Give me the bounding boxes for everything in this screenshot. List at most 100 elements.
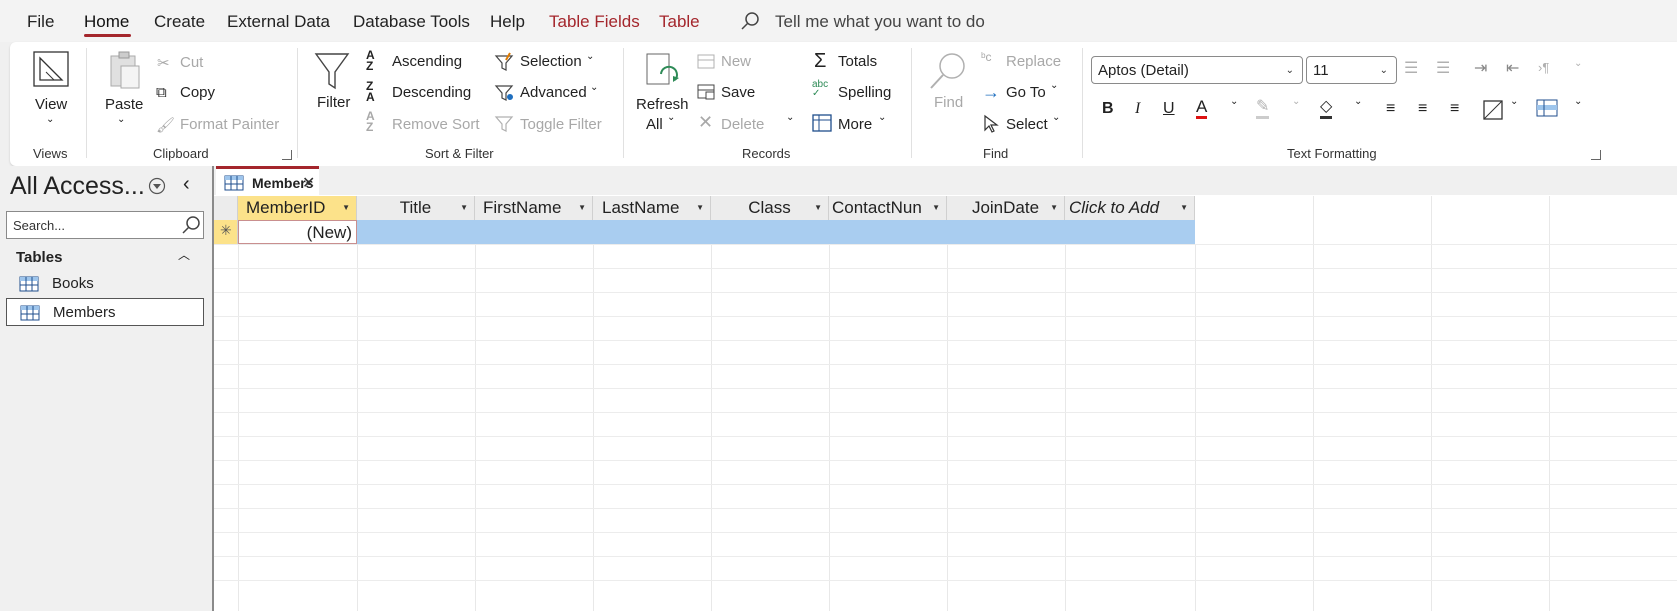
tab-external-data[interactable]: External Data [227,12,330,32]
select-button[interactable]: Select [1006,116,1048,133]
select-chevron-icon[interactable]: ⌄ [1052,112,1060,123]
clipboard-launcher-icon[interactable] [282,150,292,160]
gridlines-icon[interactable] [1483,100,1503,120]
delete-button[interactable]: Delete [721,116,764,133]
advanced-chevron-icon[interactable]: ⌄ [590,82,598,93]
column-header-memberid[interactable]: MemberID ▼ [238,196,357,220]
column-dropdown-icon[interactable]: ▼ [932,203,940,212]
align-left-icon[interactable]: ≡ [1386,100,1395,118]
column-dropdown-icon[interactable]: ▼ [578,203,586,212]
cut-button[interactable]: Cut [180,54,203,71]
chevron-down-icon[interactable]: ⌄ [1510,96,1518,107]
view-chevron-icon[interactable]: ⌄ [46,114,54,125]
text-formatting-launcher-icon[interactable] [1591,150,1601,160]
sort-ascending-icon[interactable]: AZ [366,49,375,72]
collapse-pane-icon[interactable]: ‹ [183,173,190,196]
new-record-selector[interactable]: ✳ [214,220,238,244]
new-record-row[interactable] [357,220,1195,244]
column-dropdown-icon[interactable]: ▼ [1050,203,1058,212]
column-dropdown-icon[interactable]: ▼ [460,203,468,212]
font-name-dropdown[interactable]: Aptos (Detail) ⌄ [1091,56,1303,84]
numbering-icon[interactable]: ☰ [1436,58,1450,78]
new-button[interactable]: New [721,53,751,70]
sort-descending-icon[interactable]: ZA [366,80,375,103]
format-painter-icon[interactable]: 🖌 [156,116,175,134]
refresh-chevron-icon[interactable]: ⌄ [667,112,675,123]
chevron-down-icon[interactable]: ⌄ [1354,96,1362,107]
tab-create[interactable]: Create [154,12,205,32]
chevron-down-icon[interactable]: ⌄ [1230,96,1238,107]
tab-home[interactable]: Home [84,12,129,32]
search-icon[interactable] [740,11,760,31]
tab-help[interactable]: Help [490,12,525,32]
cut-icon[interactable]: ✂ [157,54,170,72]
tell-me-input[interactable]: Tell me what you want to do [775,12,985,32]
paste-button[interactable]: Paste [105,96,143,113]
tab-table[interactable]: Table [659,12,700,32]
column-dropdown-icon[interactable]: ▼ [342,203,350,212]
column-header-joindate[interactable]: JoinDate ▼ [947,196,1065,220]
goto-arrow-icon[interactable]: → [982,82,1000,103]
increase-indent-icon[interactable]: ⇥ [1474,58,1487,78]
column-dropdown-icon[interactable]: ▼ [696,203,704,212]
font-color-icon[interactable]: A [1196,98,1208,119]
tab-table-fields[interactable]: Table Fields [549,12,640,32]
toggle-filter-icon[interactable] [494,113,516,133]
refresh-button[interactable]: Refresh [636,96,689,113]
column-header-title[interactable]: Title ▼ [357,196,475,220]
nav-item-members[interactable]: Members [6,298,204,326]
selection-button[interactable]: Selection [520,53,582,70]
column-dropdown-icon[interactable]: ▼ [1180,203,1188,212]
replace-icon[interactable]: ᵇc [981,50,992,64]
descending-button[interactable]: Descending [392,84,471,101]
format-painter-button[interactable]: Format Painter [180,116,279,133]
totals-icon[interactable]: Σ [814,50,826,73]
copy-button[interactable]: Copy [180,84,215,101]
highlight-icon[interactable]: ✎ [1256,98,1270,119]
selection-filter-icon[interactable] [494,52,516,72]
nav-item-books[interactable]: Books [6,270,204,298]
select-all-corner[interactable] [214,196,238,220]
view-button[interactable]: View [35,96,67,113]
decrease-indent-icon[interactable]: ⇤ [1506,58,1519,78]
ascending-button[interactable]: Ascending [392,53,462,70]
column-header-class[interactable]: Class ▼ [711,196,829,220]
ltr-icon[interactable]: ›¶ [1538,60,1549,75]
nav-pane-title[interactable]: All Access... [10,172,145,201]
close-icon[interactable]: ✕ [302,173,315,193]
more-icon[interactable] [812,114,832,132]
advanced-filter-icon[interactable] [494,82,516,102]
find-icon[interactable] [928,50,968,92]
tab-database-tools[interactable]: Database Tools [353,12,470,32]
italic-icon[interactable]: I [1135,100,1140,118]
align-right-icon[interactable]: ≡ [1450,100,1459,118]
underline-icon[interactable]: U [1163,100,1175,118]
column-header-click-to-add[interactable]: Click to Add ▼ [1065,196,1195,220]
paste-chevron-icon[interactable]: ⌄ [117,114,125,125]
tables-section-header[interactable]: Tables [16,249,62,266]
tab-file[interactable]: File [27,12,54,32]
font-size-dropdown[interactable]: 11 ⌄ [1306,56,1397,84]
search-icon[interactable] [181,215,201,235]
nav-search-input[interactable]: Search... [6,211,204,239]
toggle-filter-button[interactable]: Toggle Filter [520,116,602,133]
nav-options-icon[interactable] [148,177,166,195]
refresh-all-button[interactable]: All [646,116,663,133]
bullets-icon[interactable]: ☰ [1404,58,1418,78]
more-chevron-icon[interactable]: ⌄ [878,112,886,123]
chevron-down-icon[interactable]: ⌄ [1574,58,1582,69]
copy-icon[interactable]: ⧉ [156,84,167,101]
chevron-up-icon[interactable]: ︿ [178,246,190,263]
save-icon[interactable] [697,82,717,100]
refresh-icon[interactable] [645,52,681,92]
select-cursor-icon[interactable] [983,114,999,134]
chevron-down-icon[interactable]: ⌄ [1574,96,1582,107]
goto-button[interactable]: Go To [1006,84,1046,101]
remove-sort-icon[interactable]: AZ [366,110,375,133]
delete-chevron-icon[interactable]: ⌄ [786,112,794,123]
spelling-button[interactable]: Spelling [838,84,891,101]
save-button[interactable]: Save [721,84,755,101]
goto-chevron-icon[interactable]: ⌄ [1050,80,1058,91]
paste-icon[interactable] [107,50,143,90]
spelling-icon[interactable]: abc ✓ [812,80,828,99]
